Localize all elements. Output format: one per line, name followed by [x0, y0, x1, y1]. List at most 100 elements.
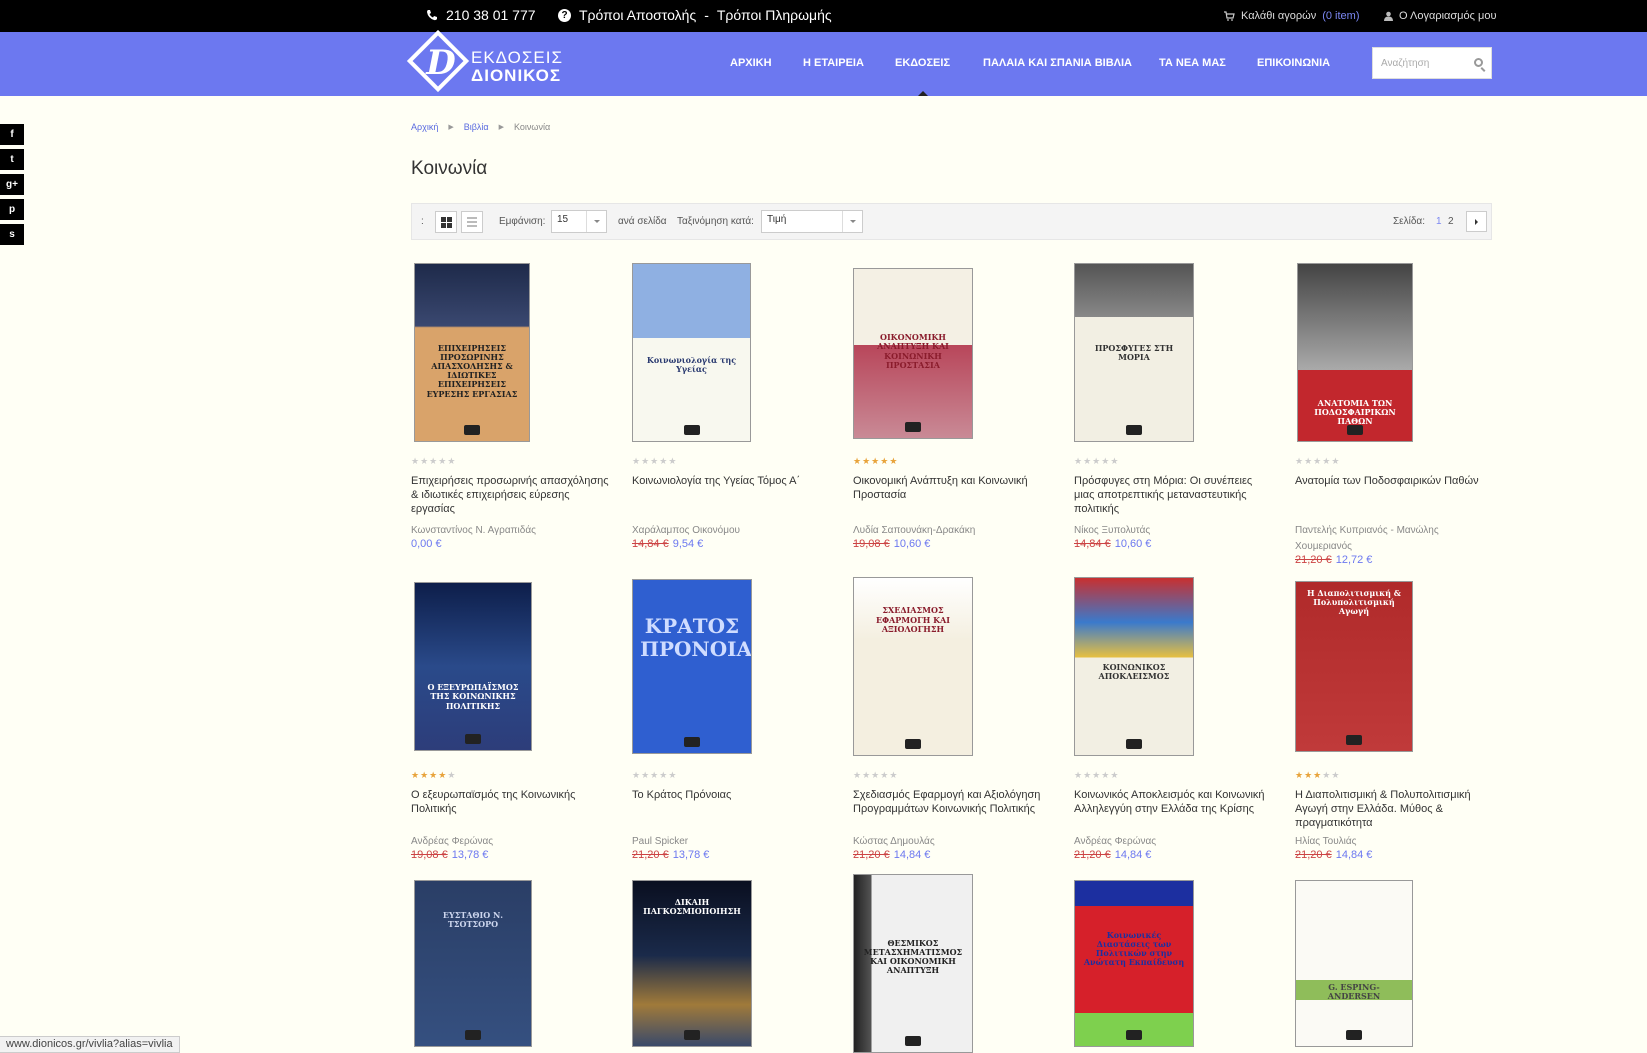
star-icon: ★	[411, 770, 421, 780]
product-name-link[interactable]: Σχεδιασμός Εφαρμογή και Αξιολόγηση Προγρ…	[853, 788, 1053, 816]
page-2-link[interactable]: 2	[1448, 216, 1454, 227]
phone-icon	[427, 10, 437, 21]
product-name-link[interactable]: Πρόσφυγες στη Μόρια: Οι συνέπειες μιας α…	[1074, 474, 1274, 516]
google-plus-icon[interactable]: g+	[0, 174, 24, 195]
publisher-logo-icon	[905, 422, 921, 432]
star-icon: ★	[447, 770, 457, 780]
book-cover[interactable]: Η Διαπολιτισμική & Πολυπολιτισμική Αγωγή	[1295, 581, 1413, 752]
product-name-link[interactable]: Οικονομική Ανάπτυξη και Κοινωνική Προστα…	[853, 474, 1053, 502]
book-cover[interactable]: ΚΡΑΤΟΣ ΠΡΟΝΟΙΑΣ	[632, 579, 752, 754]
skype-icon[interactable]: s	[0, 224, 24, 245]
nav-home[interactable]: ΑΡΧΙΚΗ	[730, 57, 772, 69]
star-icon: ★	[1110, 770, 1120, 780]
product-name-link[interactable]: Κοινωνιολογία της Υγείας Τόμος Α΄	[632, 474, 832, 488]
star-icon: ★	[853, 456, 863, 466]
shipping-methods-link[interactable]: Τρόποι Αποστολής	[579, 7, 696, 23]
listing-toolbar: : Εμφάνιση: 15 ανά σελίδα Ταξινόμηση κατ…	[411, 203, 1492, 240]
list-view-button[interactable]	[461, 211, 483, 233]
breadcrumb: Αρχική ▶ Βιβλία ▶ Κοινωνία	[411, 122, 550, 132]
product-price: 21,20 €14,84 €	[853, 849, 930, 861]
sort-select[interactable]: Τιμή	[761, 210, 863, 233]
star-icon: ★	[429, 456, 439, 466]
search-box[interactable]: Αναζήτηση	[1372, 47, 1492, 79]
star-icon: ★	[862, 770, 872, 780]
star-icon: ★	[1313, 456, 1323, 466]
star-icon: ★	[632, 770, 642, 780]
nav-contact[interactable]: ΕΠΙΚΟΙΝΩΝΙΑ	[1257, 57, 1330, 69]
payment-methods-link[interactable]: Τρόποι Πληρωμής	[717, 7, 832, 23]
publisher-logo-icon	[905, 739, 921, 749]
book-cover[interactable]: Κοινωνικές Διαστάσεις των Πολιτικών στην…	[1074, 880, 1194, 1047]
nav-old-rare-books[interactable]: ΠΑΛΑΙΑ ΚΑΙ ΣΠΑΝΙΑ ΒΙΒΛΙΑ	[983, 57, 1132, 69]
page-1-link[interactable]: 1	[1436, 216, 1442, 227]
breadcrumb-current: Κοινωνία	[514, 122, 551, 132]
book-cover-title: Κοινωνιολογία της Υγείας	[646, 355, 737, 375]
per-page-select[interactable]: 15	[551, 210, 607, 233]
book-cover[interactable]: G. ESPING-ANDERSEN	[1295, 880, 1413, 1047]
book-cover[interactable]: ΔΙΚΑΙΗ ΠΑΓΚΟΣΜΙΟΠΟΙΗΣΗ	[632, 880, 752, 1047]
star-icon: ★	[880, 456, 890, 466]
book-cover-title: ΔΙΚΑΙΗ ΠΑΓΚΟΣΜΙΟΠΟΙΗΣΗ	[643, 896, 741, 916]
nav-publications[interactable]: ΕΚΔΟΣΕΙΣ	[895, 57, 950, 69]
star-icon: ★	[1313, 770, 1323, 780]
book-cover-title: Η Διαπολιτισμική & Πολυπολιτισμική Αγωγή	[1307, 587, 1401, 617]
account-label: Ο Λογαριασμός μου	[1399, 10, 1497, 22]
publisher-logo-icon	[1346, 1030, 1362, 1040]
book-cover[interactable]: Ο ΕΞΕΥΡΩΠΑΪΣΜΟΣ ΤΗΣ ΚΟΙΝΩΝΙΚΗΣ ΠΟΛΙΤΙΚΗΣ	[414, 582, 532, 751]
cart-icon	[1224, 11, 1235, 21]
product-price: 21,20 €13,78 €	[632, 849, 709, 861]
nav-news[interactable]: ΤΑ ΝΕΑ ΜΑΣ	[1159, 57, 1226, 69]
site-logo[interactable]: D ΕΚΔΟΣΕΙΣ ΔΙΟΝΙΚΟΣ	[406, 29, 571, 95]
cart-count: (0 item)	[1322, 10, 1360, 22]
book-cover[interactable]: Κοινωνιολογία της Υγείας	[632, 263, 751, 442]
phone-contact[interactable]: 210 38 01 777	[426, 7, 536, 23]
search-input[interactable]: Αναζήτηση	[1381, 58, 1429, 69]
book-cover[interactable]: ΚΟΙΝΩΝΙΚΟΣ ΑΠΟΚΛΕΙΣΜΟΣ	[1074, 577, 1194, 756]
cart-link[interactable]: Καλάθι αγορών (0 item)	[1224, 10, 1359, 22]
breadcrumb-books[interactable]: Βιβλία	[464, 122, 489, 132]
publisher-logo-icon	[1346, 735, 1362, 745]
grid-view-button[interactable]	[435, 211, 457, 233]
book-cover[interactable]: ΟΙΚΟΝΟΜΙΚΗ ΑΝΑΠΤΥΞΗ ΚΑΙ ΚΟΙΝΩΝΙΚΗ ΠΡΟΣΤΑ…	[853, 268, 973, 439]
book-cover[interactable]: ΕΥΣΤΑΘΙΟ Ν. ΤΣΟΤΣΟΡΟ	[414, 880, 532, 1047]
product-price: 14,84 €9,54 €	[632, 538, 703, 550]
account-link[interactable]: Ο Λογαριασμός μου	[1384, 10, 1496, 22]
publisher-logo-icon	[683, 425, 700, 435]
next-page-button[interactable]	[1466, 211, 1487, 232]
book-cover[interactable]: ΑΝΑΤΟΜΙΑ ΤΩΝ ΠΟΔΟΣΦΑΙΡΙΚΩΝ ΠΑΘΩΝ	[1297, 263, 1413, 442]
logo-letter: D	[426, 43, 456, 83]
product-name-link[interactable]: Κοινωνικός Αποκλεισμός και Κοινωνική Αλλ…	[1074, 788, 1274, 816]
book-cover[interactable]: ΠΡΟΣΦΥΓΕΣ ΣΤΗ ΜΟΡΙΑ	[1074, 263, 1194, 442]
current-price: 10,60 €	[1114, 538, 1152, 550]
old-price: 21,20 €	[1074, 849, 1111, 861]
star-icon: ★	[641, 770, 651, 780]
star-icon: ★	[429, 770, 439, 780]
product-price: 0,00 €	[411, 538, 442, 550]
pinterest-icon[interactable]: p	[0, 199, 24, 220]
active-nav-caret	[918, 91, 928, 96]
current-price: 14,84 €	[1335, 849, 1373, 861]
twitter-icon[interactable]: t	[0, 149, 24, 170]
publisher-logo-icon	[1126, 739, 1142, 749]
old-price: 21,20 €	[1295, 849, 1332, 861]
product-name-link[interactable]: Η Διαπολιτισμική & Πολυπολιτισμική Αγωγή…	[1295, 788, 1495, 830]
product-name-link[interactable]: Το Κράτος Πρόνοιας	[632, 788, 832, 802]
book-cover[interactable]: ΘΕΣΜΙΚΟΣ ΜΕΤΑΣΧΗΜΑΤΙΣΜΟΣ ΚΑΙ ΟΙΚΟΝΟΜΙΚΗ …	[853, 874, 973, 1053]
rating-stars: ★★★★★	[411, 456, 456, 467]
book-cover[interactable]: ΕΠΙΧΕΙΡΗΣΕΙΣ ΠΡΟΣΩΡΙΝΗΣ ΑΠΑΣΧΟΛΗΣΗΣ & ΙΔ…	[414, 263, 530, 442]
search-icon[interactable]	[1474, 58, 1483, 67]
facebook-icon[interactable]: f	[0, 124, 24, 145]
book-cover-title: ΟΙΚΟΝΟΜΙΚΗ ΑΝΑΠΤΥΞΗ ΚΑΙ ΚΟΙΝΩΝΙΚΗ ΠΡΟΣΤΑ…	[877, 332, 949, 370]
product-name-link[interactable]: Επιχειρήσεις προσωρινής απασχόλησης & ιδ…	[411, 474, 611, 516]
nav-company[interactable]: Η ΕΤΑΙΡΕΙΑ	[803, 57, 864, 69]
rating-stars: ★★★★★	[411, 770, 456, 781]
breadcrumb-home[interactable]: Αρχική	[411, 122, 438, 132]
product-name-link[interactable]: Ανατομία των Ποδοσφαιρικών Παθών	[1295, 474, 1495, 488]
product-name-link[interactable]: Ο εξευρωπαϊσμός της Κοινωνικής Πολιτικής	[411, 788, 611, 816]
book-cover-title: ΕΠΙΧΕΙΡΗΣΕΙΣ ΠΡΟΣΩΡΙΝΗΣ ΑΠΑΣΧΟΛΗΣΗΣ & ΙΔ…	[426, 342, 518, 399]
star-icon: ★	[1304, 770, 1314, 780]
book-cover[interactable]: ΣΧΕΔΙΑΣΜΟΣ ΕΦΑΡΜΟΓΗ ΚΑΙ ΑΞΙΟΛΟΓΗΣΗ	[853, 577, 973, 756]
rating-stars: ★★★★★	[1295, 456, 1340, 467]
book-cover-title: ΣΧΕΔΙΑΣΜΟΣ ΕΦΑΡΜΟΓΗ ΚΑΙ ΑΞΙΟΛΟΓΗΣΗ	[875, 605, 951, 634]
star-icon: ★	[641, 456, 651, 466]
